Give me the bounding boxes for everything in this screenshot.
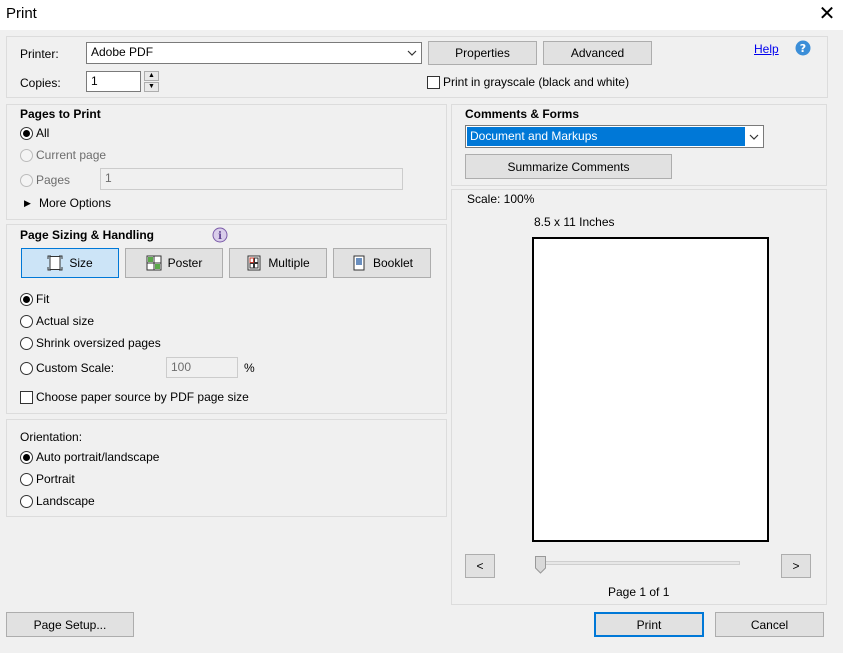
custom-scale-label: Custom Scale: <box>36 361 115 375</box>
percent-label: % <box>244 361 255 375</box>
tab-multiple-label: Multiple <box>268 256 310 270</box>
grayscale-option[interactable]: Print in grayscale (black and white) <box>427 73 629 91</box>
cancel-button[interactable]: Cancel <box>715 612 824 637</box>
title-bar <box>0 0 843 30</box>
fit-label: Fit <box>36 292 50 306</box>
pages-range-radio <box>20 173 33 187</box>
comments-forms-heading: Comments & Forms <box>465 107 580 121</box>
close-icon[interactable]: ✕ <box>816 2 838 26</box>
orientation-heading: Orientation: <box>20 430 83 444</box>
tab-size[interactable]: Size <box>21 248 119 278</box>
scale-text: Scale: 100% <box>467 192 535 206</box>
grayscale-checkbox[interactable] <box>427 75 440 89</box>
custom-scale-radio[interactable] <box>20 361 33 375</box>
pages-all-option[interactable]: All <box>20 124 49 142</box>
printer-select[interactable]: Adobe PDF <box>86 42 422 64</box>
grayscale-label: Print in grayscale (black and white) <box>443 75 630 89</box>
page-setup-button[interactable]: Page Setup... <box>6 612 134 637</box>
more-options-label: More Options <box>39 196 112 210</box>
chevron-down-icon <box>403 43 421 63</box>
fit-radio[interactable] <box>20 292 33 306</box>
actual-size-label: Actual size <box>36 314 95 328</box>
tab-booklet-label: Booklet <box>372 256 414 270</box>
copies-input[interactable]: 1 <box>86 71 141 92</box>
tab-multiple[interactable]: Multiple <box>229 248 327 278</box>
pages-range-option: Pages <box>20 171 70 189</box>
copies-label: Copies: <box>20 76 61 90</box>
comments-forms-select[interactable]: Document and Markups <box>465 125 764 148</box>
auto-orientation-radio[interactable] <box>20 450 33 464</box>
copies-decrement-button[interactable]: ▼ <box>144 82 159 92</box>
properties-button[interactable]: Properties <box>428 41 537 65</box>
tab-poster-label: Poster <box>167 256 203 270</box>
landscape-option[interactable]: Landscape <box>20 492 95 510</box>
chevron-down-icon <box>745 126 763 147</box>
poster-icon <box>146 255 162 271</box>
actual-size-option[interactable]: Actual size <box>20 312 94 330</box>
page-slider-thumb[interactable] <box>535 556 546 574</box>
current-page-label: Current page <box>36 148 107 162</box>
help-link[interactable]: Help <box>754 42 779 56</box>
current-page-radio <box>20 148 33 162</box>
custom-scale-option[interactable]: Custom Scale: <box>20 359 114 377</box>
svg-text:?: ? <box>800 42 806 55</box>
pages-range-input: 1 <box>100 168 403 190</box>
current-page-option: Current page <box>20 146 106 164</box>
window-title: Print <box>6 5 37 22</box>
actual-size-radio[interactable] <box>20 314 33 328</box>
multiple-pages-icon <box>246 255 262 271</box>
shrink-label: Shrink oversized pages <box>36 336 161 350</box>
prev-page-button[interactable]: < <box>465 554 495 578</box>
size-icon <box>47 255 63 271</box>
portrait-option[interactable]: Portrait <box>20 470 75 488</box>
tab-size-label: Size <box>69 256 93 270</box>
portrait-radio[interactable] <box>20 472 33 486</box>
paper-source-label: Choose paper source by PDF page size <box>36 390 249 404</box>
auto-orientation-option[interactable]: Auto portrait/landscape <box>20 448 159 466</box>
landscape-radio[interactable] <box>20 494 33 508</box>
printer-selected-value: Adobe PDF <box>91 45 154 59</box>
triangle-right-icon: ▶ <box>24 197 31 208</box>
comments-forms-selected-value: Document and Markups <box>467 127 745 146</box>
pages-range-label: Pages <box>36 173 71 187</box>
tab-poster[interactable]: Poster <box>125 248 223 278</box>
page-slider-track[interactable] <box>535 561 740 565</box>
pages-to-print-heading: Pages to Print <box>20 107 101 121</box>
booklet-icon <box>351 255 367 271</box>
page-preview <box>532 237 769 542</box>
tab-booklet[interactable]: Booklet <box>333 248 431 278</box>
pages-all-radio[interactable] <box>20 126 33 140</box>
printer-label: Printer: <box>20 47 59 61</box>
help-icon[interactable]: ? <box>795 40 811 56</box>
advanced-button[interactable]: Advanced <box>543 41 652 65</box>
svg-text:i: i <box>218 231 222 242</box>
paper-source-checkbox[interactable] <box>20 390 33 404</box>
fit-option[interactable]: Fit <box>20 290 49 308</box>
next-page-button[interactable]: > <box>781 554 811 578</box>
page-count-text: Page 1 of 1 <box>608 585 670 599</box>
more-options-toggle[interactable]: ▶ More Options <box>24 194 111 212</box>
paper-source-option[interactable]: Choose paper source by PDF page size <box>20 388 249 406</box>
pages-all-label: All <box>36 126 50 140</box>
paper-size-text: 8.5 x 11 Inches <box>534 215 615 229</box>
custom-scale-input: 100 <box>166 357 238 378</box>
info-icon[interactable]: i <box>212 227 228 243</box>
landscape-label: Landscape <box>36 494 95 508</box>
summarize-comments-button[interactable]: Summarize Comments <box>465 154 672 179</box>
shrink-radio[interactable] <box>20 336 33 350</box>
shrink-option[interactable]: Shrink oversized pages <box>20 334 161 352</box>
print-button[interactable]: Print <box>594 612 704 637</box>
copies-increment-button[interactable]: ▲ <box>144 71 159 81</box>
auto-orientation-label: Auto portrait/landscape <box>36 450 160 464</box>
portrait-label: Portrait <box>36 472 75 486</box>
page-sizing-heading: Page Sizing & Handling <box>20 228 155 242</box>
